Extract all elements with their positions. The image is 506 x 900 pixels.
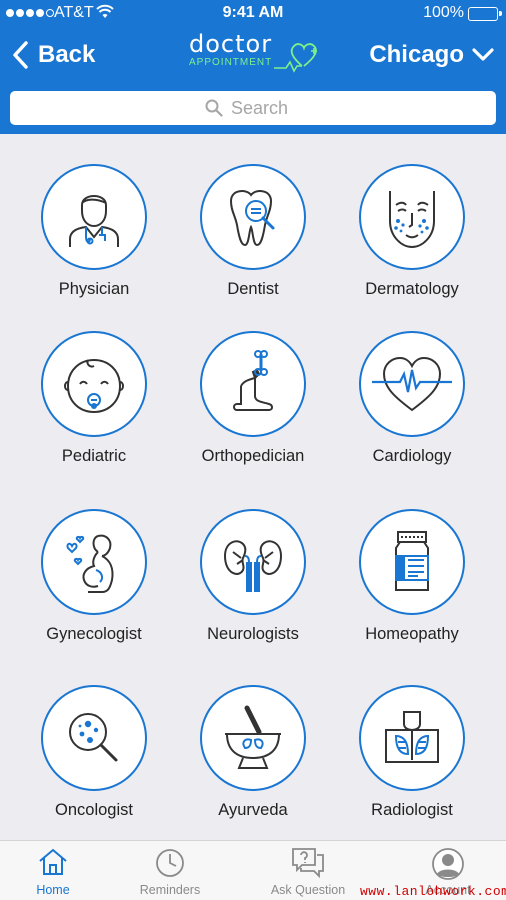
- search-input[interactable]: [231, 97, 301, 119]
- category-label: Oncologist: [55, 801, 133, 819]
- city-selector[interactable]: Chicago: [369, 38, 494, 72]
- category-tile-pediatric[interactable]: Pediatric: [19, 301, 169, 471]
- tab-home[interactable]: Home: [0, 841, 116, 900]
- pediatric-icon: [64, 358, 124, 414]
- home-icon: [39, 848, 67, 875]
- category-tile-neurologists[interactable]: Neurologists: [178, 479, 328, 649]
- dentist-icon: [229, 190, 275, 247]
- tab-label: Reminders: [139, 883, 201, 897]
- mortar-pestle-icon: [225, 705, 281, 769]
- category-label: Radiologist: [371, 801, 453, 819]
- cardiology-icon: [372, 356, 452, 412]
- kidney-icon: [223, 540, 283, 592]
- search-icon: [205, 99, 223, 117]
- category-label: Pediatric: [61, 447, 127, 465]
- category-tile-dentist[interactable]: Dentist: [178, 134, 328, 304]
- category-circle[interactable]: [41, 509, 147, 615]
- category-label: Cardiology: [372, 447, 452, 465]
- category-circle[interactable]: [200, 685, 306, 791]
- xray-icon: [385, 711, 439, 763]
- category-tile-radiologist[interactable]: Radiologist: [337, 655, 487, 825]
- category-circle[interactable]: [200, 509, 306, 615]
- category-circle[interactable]: [359, 509, 465, 615]
- category-circle[interactable]: [359, 685, 465, 791]
- category-tile-gynecologist[interactable]: Gynecologist: [19, 479, 169, 649]
- user-avatar-icon: [432, 848, 464, 880]
- tab-label: Ask Question: [270, 883, 346, 897]
- category-label: Ayurveda: [218, 801, 288, 819]
- dermatology-icon: [389, 191, 435, 249]
- category-label: Homeopathy: [365, 625, 459, 643]
- tab-label: Home: [36, 883, 70, 897]
- watermark-text: www.lanlohwork.com: [360, 884, 506, 899]
- app-header: AT&T 9:41 AM 100% Back doctor APPOINTMEN…: [0, 0, 506, 83]
- status-bar: AT&T 9:41 AM 100%: [0, 0, 506, 27]
- category-tile-oncologist[interactable]: Oncologist: [19, 655, 169, 825]
- category-circle[interactable]: [41, 331, 147, 437]
- category-label: Dentist: [227, 280, 279, 298]
- gynecology-icon: [66, 534, 114, 593]
- chevron-down-icon: [472, 48, 494, 61]
- category-circle[interactable]: [41, 685, 147, 791]
- medicine-bottle-icon: [395, 531, 429, 591]
- microscope-magnifier-icon: [69, 713, 118, 762]
- category-tile-cardiology[interactable]: Cardiology: [337, 301, 487, 471]
- category-tile-ayurveda[interactable]: Ayurveda: [178, 655, 328, 825]
- category-label: Orthopedician: [201, 447, 305, 465]
- category-circle[interactable]: [41, 164, 147, 270]
- search-bar-container: [0, 83, 506, 134]
- category-tile-dermatology[interactable]: Dermatology: [337, 134, 487, 304]
- city-label: Chicago: [369, 41, 464, 68]
- category-label: Neurologists: [207, 625, 299, 643]
- category-tile-physician[interactable]: Physician: [19, 134, 169, 304]
- tab-reminders[interactable]: Reminders: [107, 841, 233, 900]
- category-circle[interactable]: [200, 164, 306, 270]
- category-label: Physician: [58, 280, 130, 298]
- category-tile-homeopathy[interactable]: Homeopathy: [337, 479, 487, 649]
- back-button[interactable]: Back: [12, 38, 95, 72]
- back-label: Back: [38, 41, 96, 68]
- tab-ask-question[interactable]: Ask Question: [245, 841, 371, 900]
- clock-icon: [156, 849, 184, 877]
- category-label: Dermatology: [365, 280, 459, 298]
- chat-question-icon: [292, 848, 324, 879]
- chevron-left-icon: [13, 41, 28, 69]
- specialty-grid: Physician Dentist Dermatology Pediatric …: [0, 134, 506, 840]
- category-circle[interactable]: [359, 164, 465, 270]
- category-tile-orthopedician[interactable]: Orthopedician: [178, 301, 328, 471]
- category-circle[interactable]: [359, 331, 465, 437]
- orthopedic-icon: [233, 350, 273, 411]
- app-logo: doctor APPOINTMENT: [186, 30, 322, 73]
- search-box[interactable]: [10, 91, 496, 125]
- category-label: Gynecologist: [46, 625, 142, 643]
- battery-icon: [468, 7, 502, 21]
- heart-pulse-logo-icon: [274, 43, 317, 73]
- physician-icon: [69, 195, 119, 247]
- battery-percent: 100%: [423, 4, 464, 21]
- category-circle[interactable]: [200, 331, 306, 437]
